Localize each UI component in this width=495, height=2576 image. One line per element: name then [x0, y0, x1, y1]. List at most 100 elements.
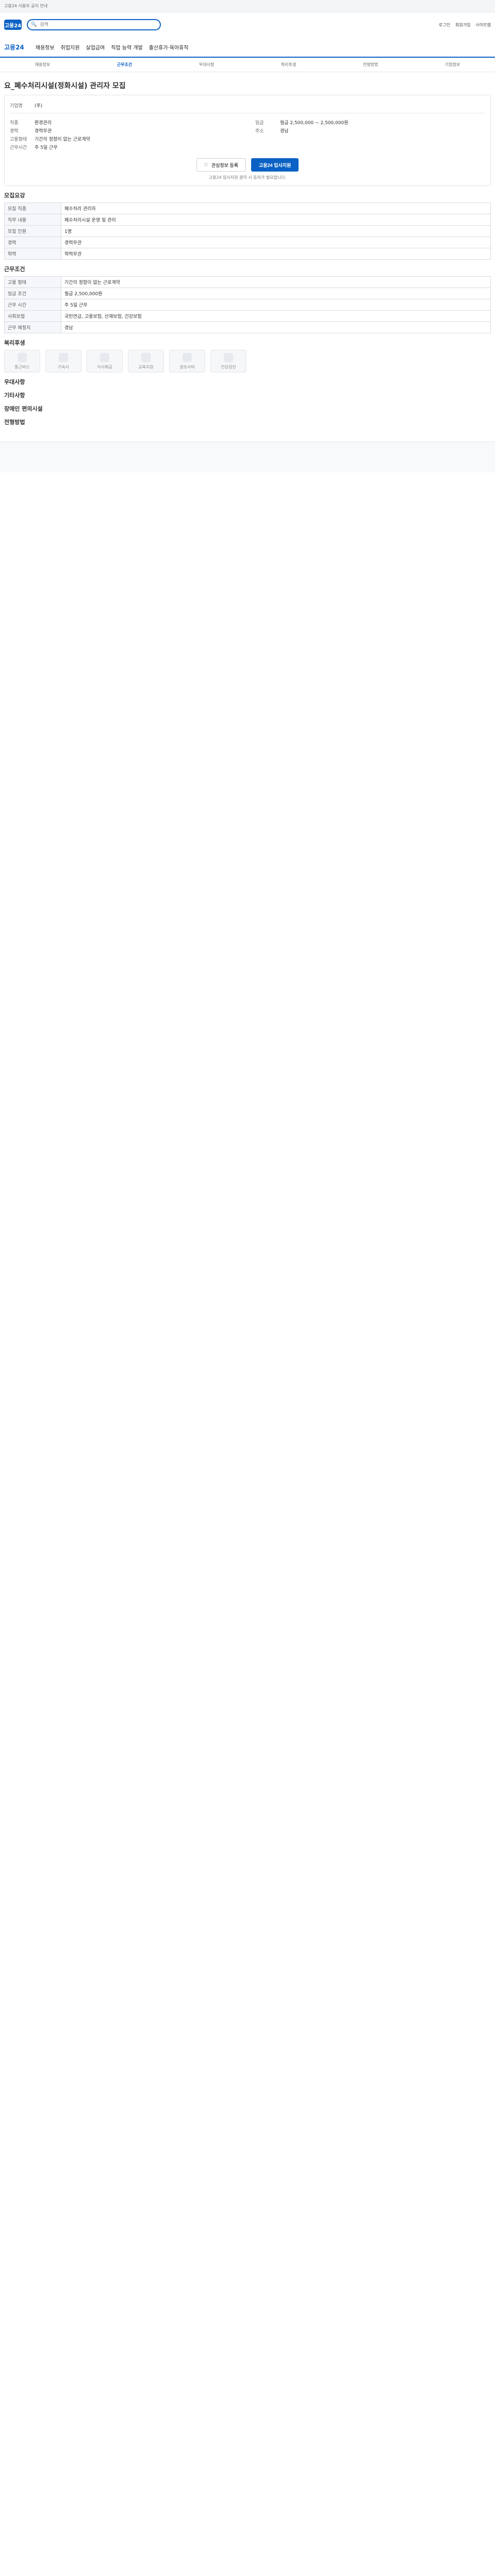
- subnav: 채용정보 근무조건 우대사항 복리후생 전형방법 기업정보: [0, 58, 495, 72]
- table-row: 학력 학력무관: [5, 248, 491, 260]
- gnb-item[interactable]: 채용정보: [36, 43, 55, 51]
- scrap-label: 관심정보 등록: [211, 162, 239, 168]
- benefit-tile: 교육지원: [128, 350, 164, 372]
- summary-value: 월급 2,500,000 ~ 2,500,000원: [280, 121, 349, 126]
- job-summary-card: 기업명 (주) 직종 환경관리 경력 경력무관 고용형태 기간의 정함이 없는 …: [4, 95, 491, 186]
- company-row: 기업명 (주): [10, 102, 485, 109]
- summary-key: 주소: [255, 129, 264, 134]
- benefit-label: 건강검진: [221, 364, 236, 369]
- subnav-item-active[interactable]: 근무조건: [86, 62, 163, 67]
- table-value: 경남: [61, 322, 491, 333]
- benefit-icon: [18, 352, 27, 362]
- header: 고용24 🔍 로그인 회원가입 사이트맵: [0, 12, 495, 37]
- table-value: 주 5일 근무: [61, 299, 491, 311]
- table-value: 1명: [61, 226, 491, 237]
- subnav-item[interactable]: 전형방법: [332, 62, 409, 67]
- table-key: 근무 시간: [5, 299, 61, 311]
- signup-link[interactable]: 회원가입: [455, 22, 470, 28]
- summary-key: 직종: [10, 121, 19, 126]
- table-key: 근무 예정지: [5, 322, 61, 333]
- conditions-table: 고용 형태 기간의 정함이 없는 근로계약 임금 조건 월급 2,500,000…: [4, 276, 491, 333]
- recruit-table: 모집 직종 폐수처리 관리자 직무 내용 폐수처리시설 운영 및 관리 모집 인…: [4, 202, 491, 260]
- apply-note: 고용24 입사지원 클릭 시 동의가 필요합니다.: [208, 175, 287, 180]
- table-key: 사회보험: [5, 311, 61, 322]
- table-row: 모집 인원 1명: [5, 226, 491, 237]
- table-value: 학력무관: [61, 248, 491, 260]
- search-input[interactable]: [40, 22, 157, 27]
- table-row: 사회보험 국민연금, 고용보험, 산재보험, 건강보험: [5, 311, 491, 322]
- table-value: 경력무관: [61, 237, 491, 248]
- login-link[interactable]: 로그인: [439, 22, 450, 28]
- table-key: 고용 형태: [5, 277, 61, 288]
- summary-value: 경남: [280, 129, 289, 134]
- table-row: 고용 형태 기간의 정함이 없는 근로계약: [5, 277, 491, 288]
- table-value: 폐수처리시설 운영 및 관리: [61, 214, 491, 226]
- table-row: 임금 조건 월급 2,500,000원: [5, 288, 491, 299]
- footer: [0, 442, 495, 472]
- benefit-label: 교육지원: [138, 364, 154, 369]
- summary-key: 경력: [10, 129, 19, 134]
- gnb-item[interactable]: 취업지원: [61, 43, 80, 51]
- benefit-tile: 식사제공: [87, 350, 123, 372]
- benefits-grid: 통근버스 기숙사 식사제공 교육지원 경조사비 건강검진: [4, 350, 491, 372]
- benefit-label: 통근버스: [14, 364, 30, 369]
- benefit-icon: [224, 352, 233, 362]
- apply-label: 고용24 입사지원: [259, 162, 291, 168]
- benefit-label: 기숙사: [57, 364, 70, 369]
- gnb-item[interactable]: 출산휴가·육아휴직: [149, 43, 189, 51]
- section-title-conditions: 근무조건: [4, 266, 25, 273]
- sitemap-link[interactable]: 사이트맵: [476, 22, 491, 28]
- benefit-label: 식사제공: [97, 364, 112, 369]
- gnb-item[interactable]: 실업급여: [86, 43, 105, 51]
- section-title-benefits: 복리후생: [4, 340, 25, 346]
- apply-button[interactable]: 고용24 입사지원: [251, 158, 299, 172]
- company-label: 기업명: [10, 104, 23, 109]
- summary-value: 환경관리: [35, 121, 52, 126]
- summary-left: 직종 환경관리 경력 경력무관 고용형태 기간의 정함이 없는 근로계약 근무시…: [10, 117, 240, 152]
- table-value: 월급 2,500,000원: [61, 288, 491, 299]
- benefit-icon: [59, 352, 68, 362]
- header-right-links: 로그인 회원가입 사이트맵: [439, 22, 491, 28]
- summary-left-row: 직종 환경관리: [10, 119, 240, 126]
- gnb-item[interactable]: 직업 능력 개발: [111, 43, 143, 51]
- table-key: 직무 내용: [5, 214, 61, 226]
- action-buttons: ♡ 관심정보 등록 고용24 입사지원: [10, 158, 485, 172]
- table-value: 폐수처리 관리자: [61, 203, 491, 214]
- benefit-icon: [100, 352, 109, 362]
- table-value: 기간의 정함이 없는 근로계약: [61, 277, 491, 288]
- job-summary-section: 요_폐수처리시설(정화시설) 관리자 모집 기업명 (주) 직종 환경관리 경력…: [0, 72, 495, 434]
- table-row: 근무 시간 주 5일 근무: [5, 299, 491, 311]
- gnb-brand[interactable]: 고용24: [4, 43, 24, 52]
- table-row: 직무 내용 폐수처리시설 운영 및 관리: [5, 214, 491, 226]
- subnav-item[interactable]: 채용정보: [4, 62, 81, 67]
- table-key: 임금 조건: [5, 288, 61, 299]
- summary-right-row: 임금 월급 2,500,000 ~ 2,500,000원: [255, 119, 485, 126]
- subnav-item[interactable]: 우대사항: [168, 62, 245, 67]
- search-box[interactable]: 🔍: [27, 19, 161, 30]
- summary-left-row: 경력 경력무관: [10, 127, 240, 134]
- company-value: (주): [35, 104, 43, 109]
- table-key: 경력: [5, 237, 61, 248]
- benefit-icon: [141, 352, 151, 362]
- summary-key: 임금: [255, 121, 264, 126]
- table-row: 경력 경력무관: [5, 237, 491, 248]
- benefit-tile: 기숙사: [45, 350, 81, 372]
- employ-row: 고용형태 기간의 정함이 없는 근로계약: [10, 135, 240, 142]
- subnav-item[interactable]: 복리후생: [250, 62, 327, 67]
- section-title-process: 전형방법: [4, 419, 25, 426]
- table-row: 모집 직종 폐수처리 관리자: [5, 203, 491, 214]
- scrap-button[interactable]: ♡ 관심정보 등록: [196, 158, 246, 172]
- section-title-recruit: 모집요강: [4, 192, 25, 199]
- table-row: 근무 예정지 경남: [5, 322, 491, 333]
- table-key: 학력: [5, 248, 61, 260]
- worktime-key: 근무시간: [10, 145, 27, 150]
- summary-right-row: 주소 경남: [255, 127, 485, 134]
- benefit-tile: 경조사비: [169, 350, 205, 372]
- table-key: 모집 인원: [5, 226, 61, 237]
- summary-value: 경력무관: [35, 129, 52, 134]
- gnb: 고용24 채용정보 취업지원 실업급여 직업 능력 개발 출산휴가·육아휴직: [0, 37, 495, 58]
- summary-columns: 직종 환경관리 경력 경력무관 고용형태 기간의 정함이 없는 근로계약 근무시…: [10, 117, 485, 152]
- topbar: 고용24 사용자 공지 안내: [0, 0, 495, 12]
- site-logo[interactable]: 고용24: [4, 20, 22, 30]
- subnav-item[interactable]: 기업정보: [414, 62, 491, 67]
